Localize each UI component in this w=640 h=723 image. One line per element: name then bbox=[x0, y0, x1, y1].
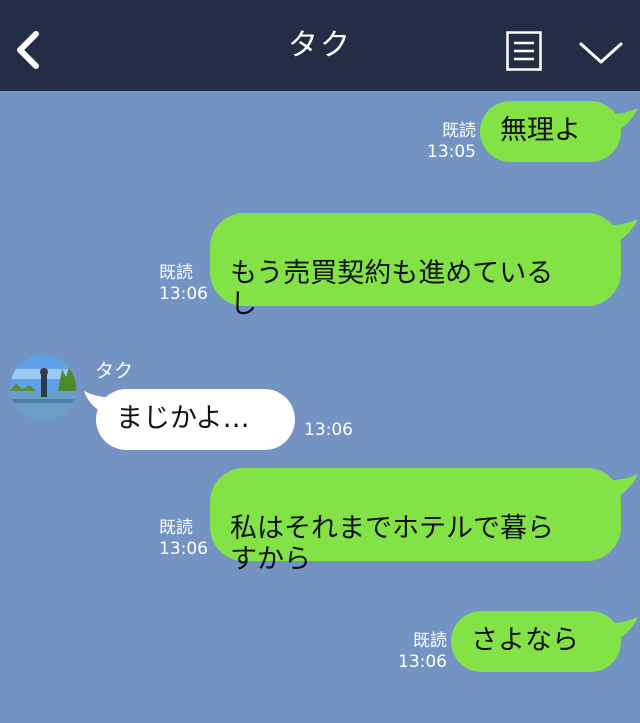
message-bubble-sent[interactable]: さよなら bbox=[451, 611, 621, 672]
read-receipt: 既読 bbox=[159, 263, 193, 283]
chat-header: タク bbox=[0, 0, 640, 91]
message-time: 13:06 bbox=[159, 284, 208, 304]
message-text: もう売買契約も進めている し bbox=[230, 258, 554, 320]
avatar-photo-icon bbox=[10, 355, 76, 421]
message-time: 13:06 bbox=[304, 420, 353, 440]
bubble-tail bbox=[600, 474, 638, 502]
message-meta: 既読 13:06 bbox=[159, 518, 209, 560]
message-time: 13:05 bbox=[427, 142, 476, 162]
message-text: 無理よ bbox=[500, 115, 581, 146]
message-text: さよなら bbox=[471, 625, 579, 656]
message-time: 13:06 bbox=[398, 652, 447, 672]
chat-title: タク bbox=[288, 28, 352, 63]
read-receipt: 既読 bbox=[159, 518, 193, 538]
read-receipt: 既読 bbox=[442, 121, 476, 141]
message-bubble-sent[interactable]: もう売買契約も進めている し bbox=[210, 213, 621, 320]
chevron-down-icon bbox=[579, 42, 623, 64]
message-text: まじかよ… bbox=[116, 403, 250, 434]
bubble-tail bbox=[600, 108, 638, 136]
read-receipt: 既読 bbox=[413, 631, 447, 651]
bubble-tail bbox=[600, 219, 638, 247]
message-meta: 既読 13:06 bbox=[159, 263, 209, 305]
message-bubble-received[interactable]: まじかよ… bbox=[96, 389, 295, 450]
sender-name: タク bbox=[95, 360, 134, 382]
message-bubble-sent[interactable]: 私はそれまでホテルで暮ら すから bbox=[210, 468, 621, 575]
bubble-tail bbox=[600, 617, 638, 645]
message-meta: 既読 13:06 bbox=[389, 631, 447, 673]
message-text: 私はそれまでホテルで暮ら すから bbox=[230, 513, 554, 575]
message-meta: 既読 13:05 bbox=[418, 121, 476, 163]
menu-list-icon bbox=[506, 31, 542, 71]
menu-button[interactable] bbox=[506, 31, 542, 71]
message-time: 13:06 bbox=[159, 539, 208, 559]
expand-button[interactable] bbox=[578, 40, 624, 68]
avatar[interactable] bbox=[10, 355, 76, 421]
